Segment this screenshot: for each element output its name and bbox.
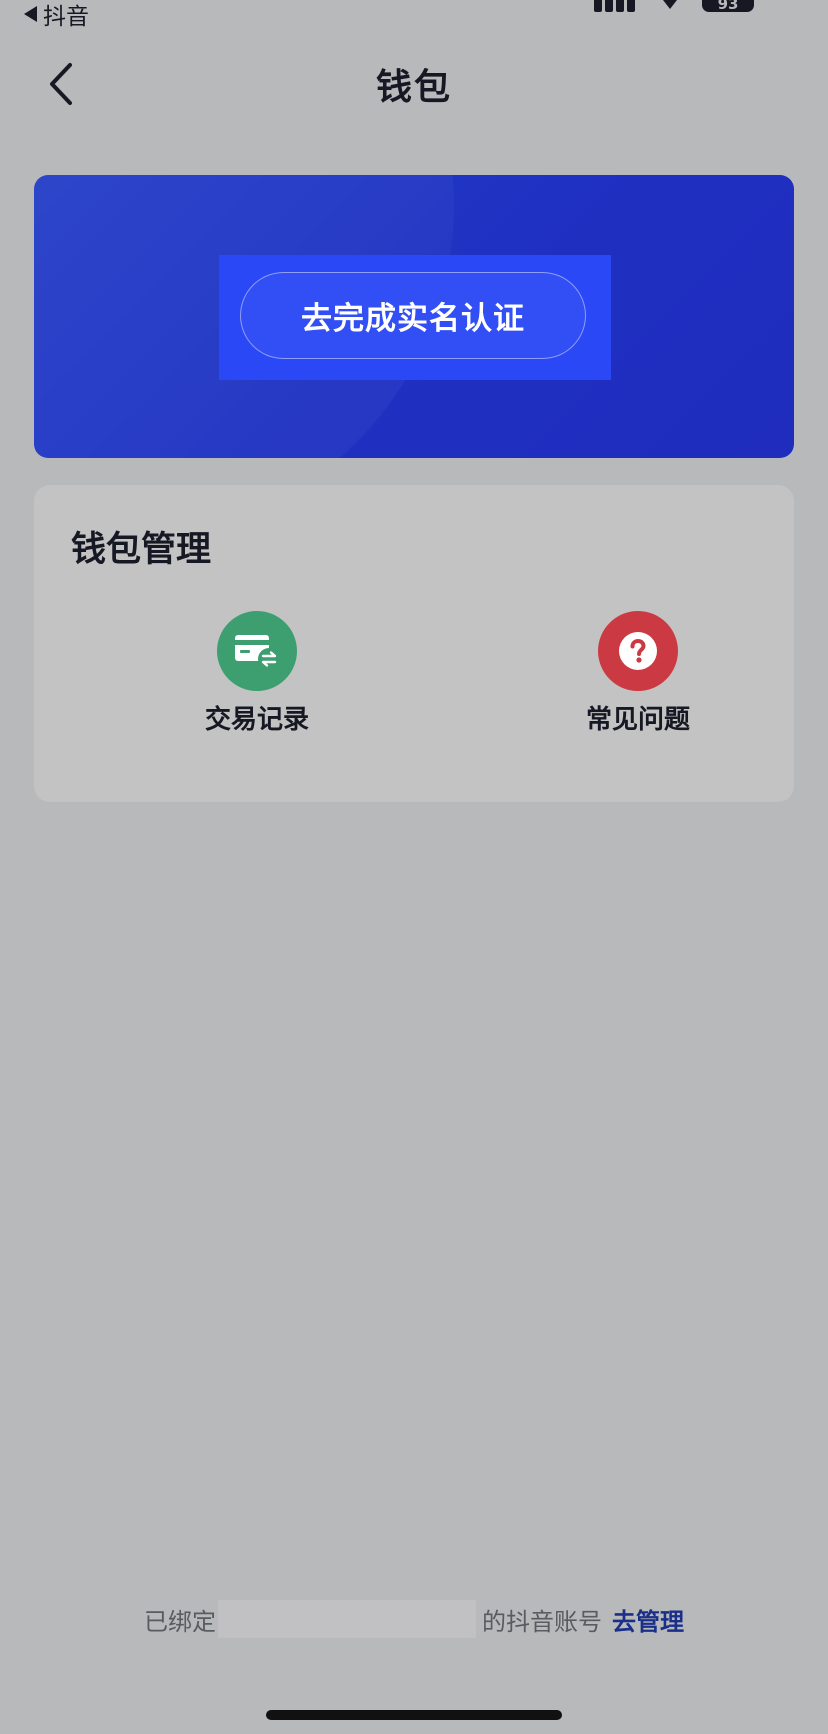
back-triangle-icon <box>24 6 37 22</box>
wallet-banner: 去完成实名认证 <box>34 175 794 458</box>
wallet-management-card: 钱包管理 交易记录 常见问题 <box>34 485 794 802</box>
transaction-records-entry[interactable]: 交易记录 <box>167 611 347 736</box>
question-icon <box>598 611 678 691</box>
page-title: 钱包 <box>375 67 452 108</box>
faq-label: 常见问题 <box>585 705 690 735</box>
signal-icon <box>594 0 638 12</box>
real-name-verify-button[interactable]: 去完成实名认证 <box>240 272 586 359</box>
battery-icon: 93 <box>702 0 754 12</box>
manage-link[interactable]: 去管理 <box>612 1602 684 1637</box>
bound-prefix: 已绑定 <box>144 1607 216 1636</box>
bound-suffix: 的抖音账号 <box>482 1607 602 1636</box>
transaction-record-icon <box>217 611 297 691</box>
account-binding-footer: 已绑定 的抖音账号 去管理 <box>0 1598 828 1640</box>
masked-account <box>218 1600 476 1638</box>
transaction-records-label: 交易记录 <box>204 705 309 735</box>
wallet-management-title: 钱包管理 <box>71 530 212 570</box>
back-app-label: 抖音 <box>43 4 89 30</box>
battery-level: 93 <box>717 0 739 12</box>
wifi-icon <box>663 0 677 9</box>
faq-entry[interactable]: 常见问题 <box>548 611 728 736</box>
home-indicator <box>266 1710 562 1720</box>
back-to-app[interactable]: 抖音 <box>24 0 89 30</box>
status-bar: 抖音 93 <box>0 0 828 30</box>
